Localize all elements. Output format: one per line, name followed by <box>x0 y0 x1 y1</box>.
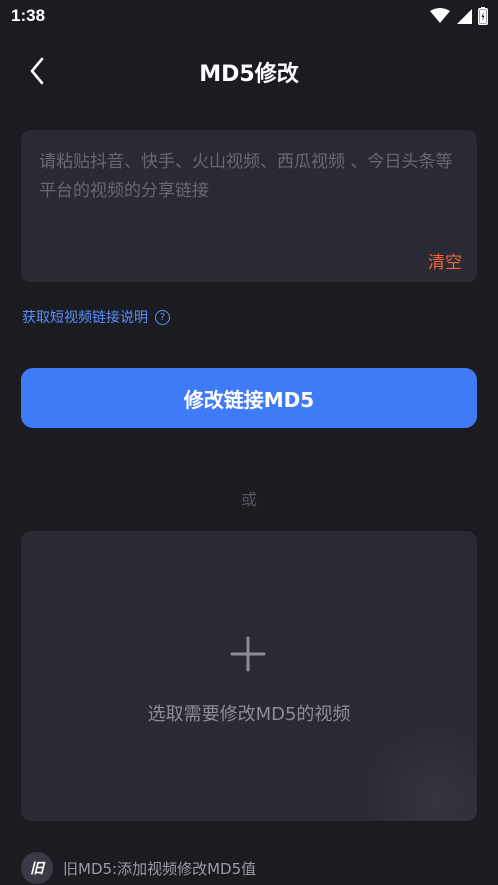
battery-icon <box>478 7 488 29</box>
question-circle-icon: ? <box>155 309 170 325</box>
or-divider: 或 <box>240 490 257 509</box>
header: MD5修改 <box>0 40 498 104</box>
old-md5-badge: 旧 <box>21 852 53 884</box>
signal-icon <box>456 8 472 28</box>
link-input-card: 清空 <box>21 130 477 282</box>
footer-text: 旧MD5:添加视频修改MD5值 <box>63 859 257 878</box>
plus-icon <box>230 636 266 672</box>
help-link[interactable]: 获取短视频链接说明 ? <box>22 307 170 327</box>
clear-button[interactable]: 清空 <box>428 248 462 273</box>
page-title: MD5修改 <box>199 62 299 87</box>
link-input[interactable] <box>39 148 455 238</box>
modify-link-md5-button[interactable]: 修改链接MD5 <box>21 368 477 428</box>
footer-note: 旧 旧MD5:添加视频修改MD5值 <box>21 852 256 884</box>
status-time: 1:38 <box>11 6 46 25</box>
wifi-icon <box>430 8 450 28</box>
status-icons <box>430 7 488 29</box>
select-video-label: 选取需要修改MD5的视频 <box>147 704 351 725</box>
status-bar: 1:38 <box>0 0 498 34</box>
select-video-area[interactable]: 选取需要修改MD5的视频 <box>21 531 477 821</box>
help-link-label: 获取短视频链接说明 <box>22 310 148 326</box>
